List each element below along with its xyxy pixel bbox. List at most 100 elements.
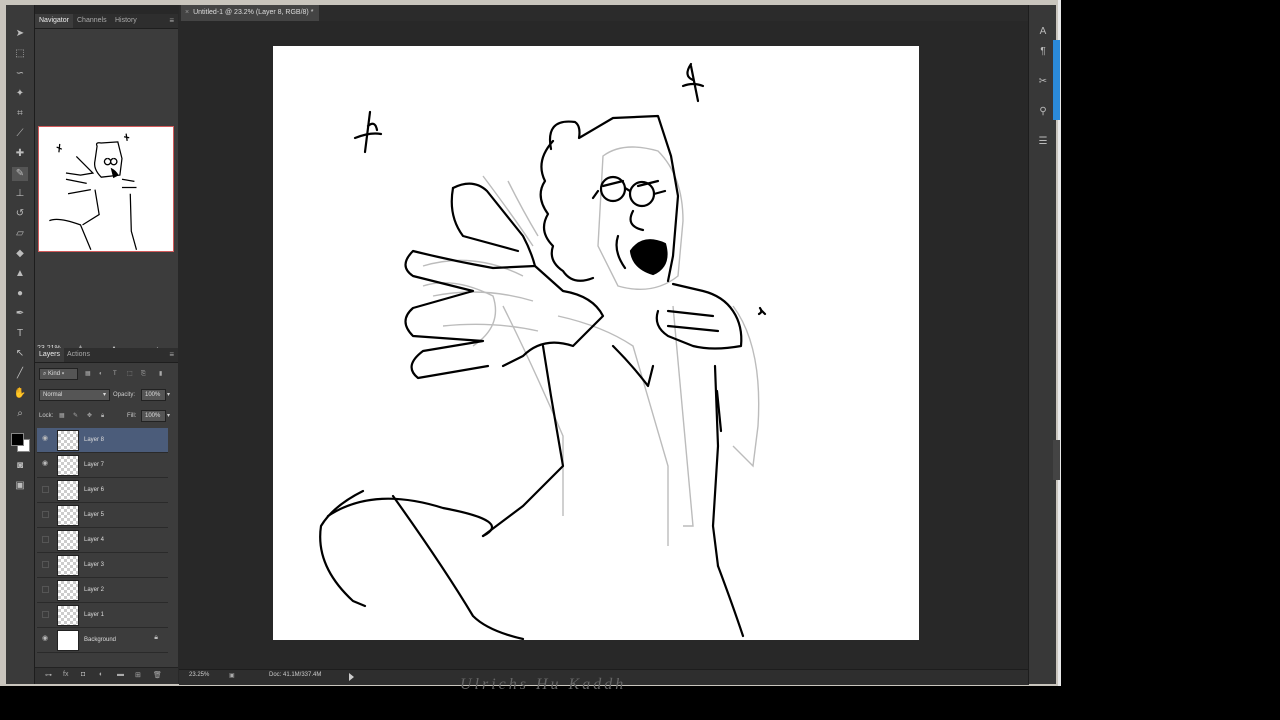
background-window-sliver [1053,440,1060,480]
navigator-preview[interactable] [38,126,174,252]
layer-visibility-toggle[interactable] [42,511,49,518]
document-tab[interactable]: × Untitled-1 @ 23.2% (Layer 8, RGB/8) * [181,5,320,21]
layers-panel: Layers Actions ≡ ⌕ Kind ▾ ▦ ◐ T ⬚ ⎘ ▮ No… [35,348,178,684]
layer-visibility-eye-icon[interactable]: ◉ [41,435,49,442]
opacity-dropdown-icon[interactable]: ▾ [167,389,170,401]
brush-presets-icon[interactable]: ⚲ [1036,105,1050,119]
layer-name: Background [84,637,117,643]
filter-smart-object-icon[interactable]: ⎘ [141,368,146,380]
crop-tool-icon[interactable]: ⌗ [12,107,28,121]
delete-layer-icon[interactable]: 🗑︎ [153,671,162,679]
layer-visibility-toggle[interactable] [42,611,49,618]
lock-all-icon[interactable]: 🔒︎ [101,410,104,422]
document-title: Untitled-1 @ 23.2% (Layer 8, RGB/8) * [193,9,314,16]
screen-mode-icon[interactable]: ▣ [12,479,28,493]
navigator-tabs: Navigator Channels History ≡ [35,14,178,29]
hand-tool-icon[interactable]: ✋ [12,387,28,401]
layer-row[interactable]: Layer 2 [37,578,168,603]
tab-actions[interactable]: Actions [63,348,94,362]
lasso-tool-icon[interactable]: ∽ [12,67,28,81]
status-zoom[interactable]: 23.25% [189,672,209,678]
layer-style-icon[interactable]: fx [63,671,68,678]
layer-visibility-toggle[interactable] [42,586,49,593]
right-panel-dock: A ¶ ✂ ⚲ ☰ [1028,5,1056,684]
link-layers-icon[interactable]: ⊶ [45,671,52,679]
filter-pixel-icon[interactable]: ▦ [85,368,91,380]
layer-visibility-toggle[interactable] [42,561,49,568]
tab-channels[interactable]: Channels [73,14,111,28]
layers-panel-footer: ⊶ fx ◘ ◐ ▬ ⊞ 🗑︎ [35,667,178,684]
lock-image-icon[interactable]: ✎ [73,410,78,422]
fill-input[interactable]: 100% [141,410,166,422]
close-tab-icon[interactable]: × [185,9,189,16]
layer-thumbnail [57,630,79,651]
panel-menu-icon[interactable]: ≡ [169,16,174,25]
marquee-tool-icon[interactable]: ⬚ [12,47,28,61]
brush-tool-icon[interactable]: ✎ [12,167,28,181]
lock-transparent-icon[interactable]: ▦ [59,410,65,422]
add-mask-icon[interactable]: ◘ [81,671,85,678]
layer-visibility-eye-icon[interactable]: ◉ [41,635,49,642]
fill-dropdown-icon[interactable]: ▾ [167,410,170,422]
blur-tool-icon[interactable]: ▲ [12,267,28,281]
status-menu-arrow-icon[interactable] [349,673,354,681]
layer-row[interactable]: Layer 5 [37,503,168,528]
blend-mode-select[interactable]: Normal ▾ [39,389,110,401]
layer-row[interactable]: Layer 3 [37,553,168,578]
layer-visibility-eye-icon[interactable]: ◉ [41,460,49,467]
type-tool-icon[interactable]: T [12,327,28,341]
layer-thumbnail [57,530,79,551]
layer-row[interactable]: Layer 1 [37,603,168,628]
move-tool-icon[interactable]: ➤ [12,27,28,41]
line-tool-icon[interactable]: ╱ [12,367,28,381]
foreground-color-swatch[interactable] [11,433,24,446]
layer-visibility-toggle[interactable] [42,536,49,543]
properties-panel-icon[interactable]: ☰ [1036,135,1050,149]
clone-stamp-tool-icon[interactable]: ⊥ [12,187,28,201]
blend-opacity-row: Normal ▾ Opacity: 100% ▾ [37,389,177,401]
path-selection-tool-icon[interactable]: ↖ [12,347,28,361]
layer-row[interactable]: Layer 6 [37,478,168,503]
new-group-icon[interactable]: ▬ [117,671,124,678]
layer-thumbnail [57,505,79,526]
paint-bucket-tool-icon[interactable]: ◆ [12,247,28,261]
layer-row[interactable]: ◉ Layer 7 [37,453,168,478]
quick-mask-icon[interactable]: ◙ [12,459,28,473]
magic-wand-tool-icon[interactable]: ✦ [12,87,28,101]
adjustment-layer-icon[interactable]: ◐ [99,671,103,678]
dodge-tool-icon[interactable]: ● [12,287,28,301]
eraser-tool-icon[interactable]: ▱ [12,227,28,241]
tab-history[interactable]: History [111,14,141,28]
layers-panel-menu-icon[interactable]: ≡ [169,350,174,359]
new-layer-icon[interactable]: ⊞ [135,671,141,679]
history-brush-tool-icon[interactable]: ↺ [12,207,28,221]
layer-thumbnail [57,455,79,476]
layer-visibility-toggle[interactable] [42,486,49,493]
paragraph-panel-icon[interactable]: ¶ [1036,45,1050,59]
kind-label: Kind [48,371,61,377]
pen-tool-icon[interactable]: ✒ [12,307,28,321]
tab-navigator[interactable]: Navigator [35,14,73,28]
character-panel-icon[interactable]: A [1036,25,1050,39]
tool-presets-icon[interactable]: ✂ [1036,75,1050,89]
filter-shape-icon[interactable]: ⬚ [127,368,133,380]
healing-brush-tool-icon[interactable]: ✚ [12,147,28,161]
lock-position-icon[interactable]: ✥ [87,410,92,422]
fill-label: Fill: [127,413,137,419]
kind-filter-select[interactable]: ⌕ Kind ▾ [39,368,78,380]
zoom-tool-icon[interactable]: ⌕ [12,407,28,421]
filter-type-icon[interactable]: T [113,368,117,380]
filter-toggle-icon[interactable]: ▮ [159,368,162,380]
tab-layers[interactable]: Layers [35,348,65,362]
opacity-input[interactable]: 100% [141,389,166,401]
layer-row[interactable]: ◉ Layer 8 [37,428,168,453]
app-workspace: ➤ ⬚ ∽ ✦ ⌗ ⟋ ✚ ✎ ⊥ ↺ ▱ ◆ ▲ ● ✒ T ↖ ╱ ✋ ⌕ … [6,5,1056,685]
navigator-panel: Navigator Channels History ≡ [35,14,178,356]
status-info-icon[interactable]: ▣ [229,672,235,679]
drawing-canvas[interactable] [273,46,919,641]
layer-row[interactable]: Layer 4 [37,528,168,553]
filter-adjustment-icon[interactable]: ◐ [99,368,103,380]
layer-row[interactable]: ◉ Background 🔒︎ [37,628,168,653]
eyedropper-tool-icon[interactable]: ⟋ [12,127,28,141]
layer-filter-row: ⌕ Kind ▾ ▦ ◐ T ⬚ ⎘ ▮ [37,368,177,380]
